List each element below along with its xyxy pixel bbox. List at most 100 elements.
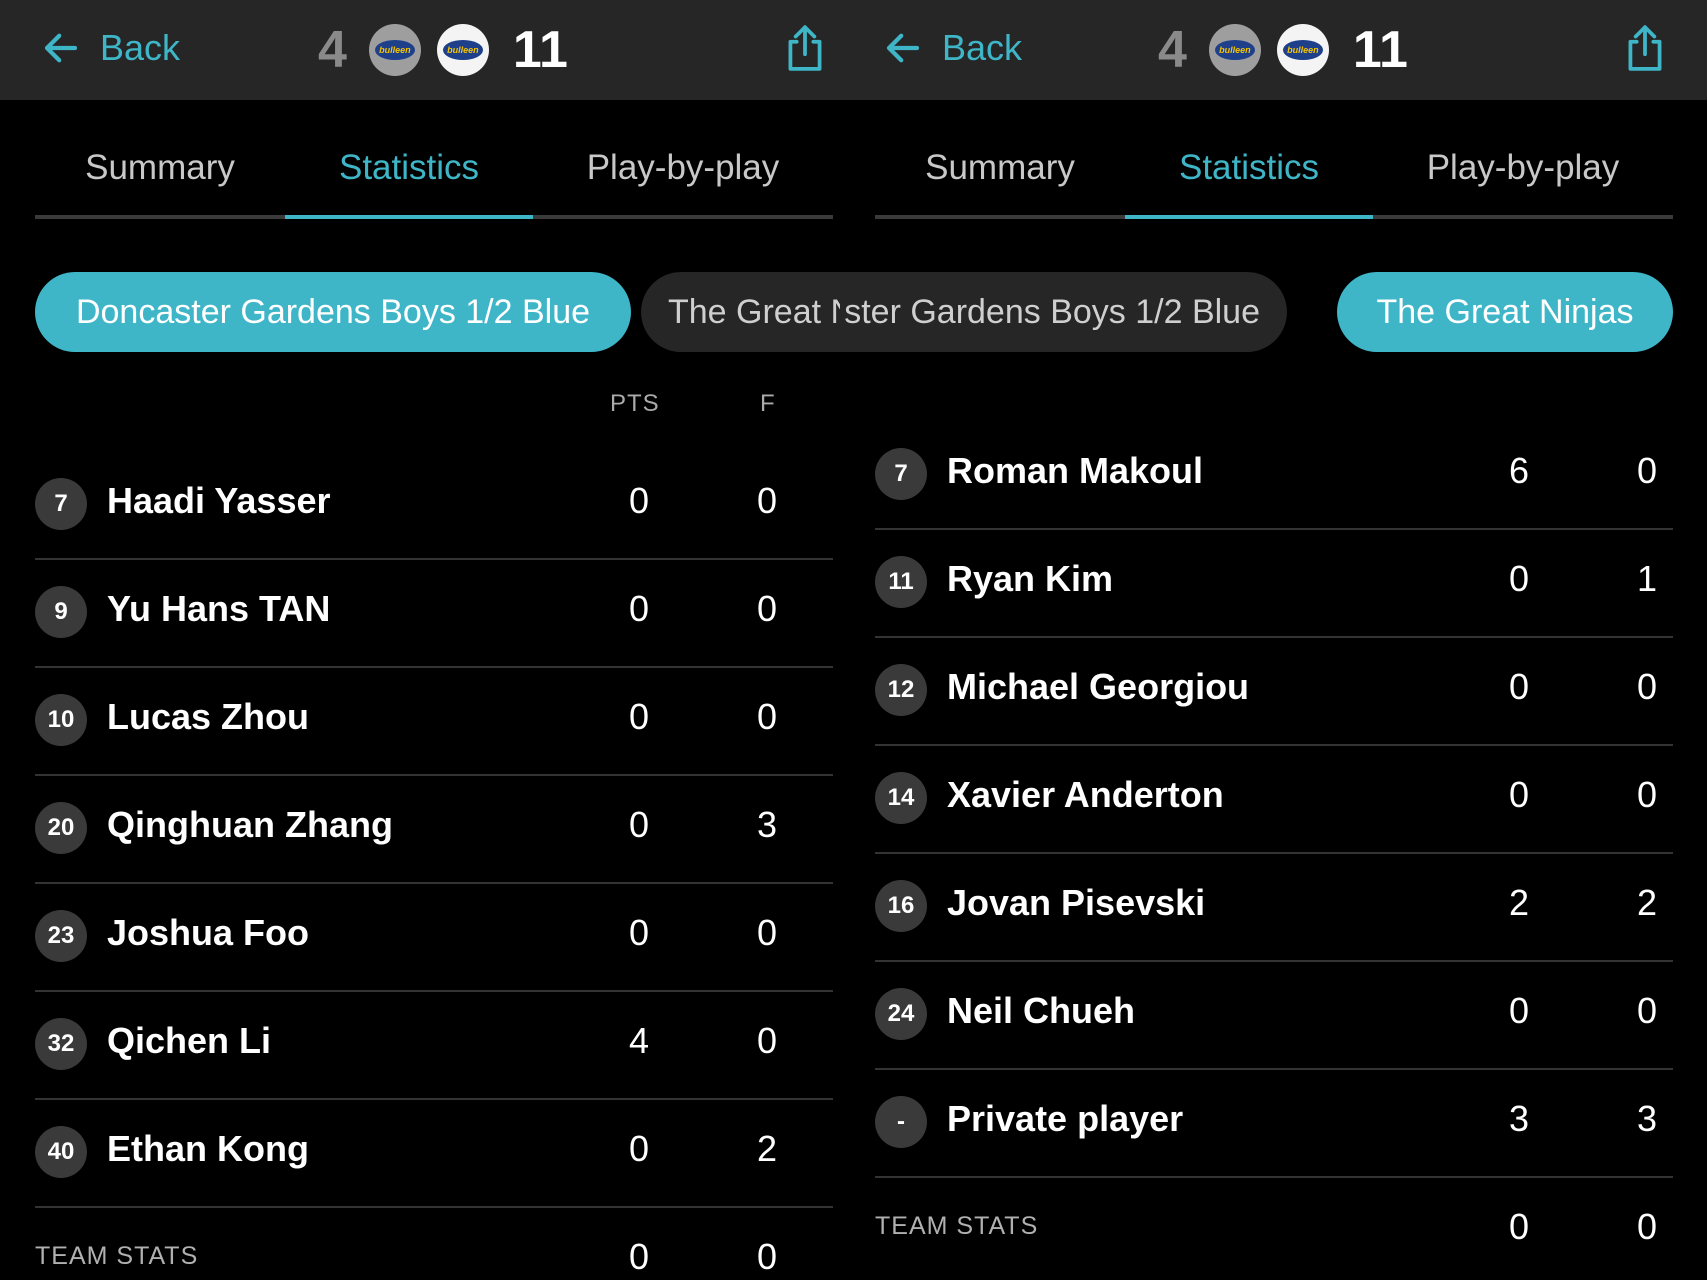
back-arrow-icon bbox=[44, 33, 78, 63]
jersey-number-badge: 32 bbox=[35, 1018, 87, 1070]
left-screen: Back 4 bulleen bulleen 11 Summary Statis… bbox=[0, 0, 840, 1280]
scoreboard: 4 bulleen bulleen 11 bbox=[318, 18, 568, 82]
player-fouls: 2 bbox=[756, 1128, 778, 1169]
player-points: 0 bbox=[628, 588, 650, 629]
player-points: 6 bbox=[1508, 450, 1530, 491]
player-row[interactable]: 10 Lucas Zhou 0 0 bbox=[35, 666, 833, 776]
player-points: 3 bbox=[1508, 1098, 1530, 1139]
away-team-logo: bulleen bbox=[1276, 24, 1329, 76]
top-bar: Back 4 bulleen bulleen 11 bbox=[0, 0, 840, 100]
player-fouls: 1 bbox=[1636, 558, 1658, 599]
jersey-number-badge: 10 bbox=[35, 694, 87, 746]
player-row[interactable]: 12 Michael Georgiou 0 0 bbox=[875, 636, 1673, 746]
home-score: 4 bbox=[318, 21, 347, 79]
player-name: Joshua Foo bbox=[107, 912, 310, 953]
team-stats-row: TEAM STATS 0 0 bbox=[35, 1206, 833, 1280]
jersey-number-badge: 12 bbox=[875, 664, 927, 716]
player-name: Haadi Yasser bbox=[107, 480, 331, 521]
jersey-number-badge: 24 bbox=[875, 988, 927, 1040]
tab-summary[interactable]: Summary bbox=[875, 120, 1125, 215]
player-fouls: 2 bbox=[1636, 882, 1658, 923]
tab-play-by-play[interactable]: Play-by-play bbox=[1373, 120, 1673, 215]
player-name: Ethan Kong bbox=[107, 1128, 309, 1169]
team-stats-points: 0 bbox=[1508, 1206, 1530, 1247]
player-points: 0 bbox=[628, 696, 650, 737]
player-points: 0 bbox=[1508, 990, 1530, 1031]
team-stats-fouls: 0 bbox=[756, 1236, 778, 1277]
away-score: 11 bbox=[512, 21, 568, 79]
tab-bar: Summary Statistics Play-by-play bbox=[875, 120, 1673, 220]
away-score: 11 bbox=[1352, 21, 1408, 79]
jersey-number-badge: 23 bbox=[35, 910, 87, 962]
team-stats-points: 0 bbox=[628, 1236, 650, 1277]
column-header-pts: PTS bbox=[610, 390, 660, 417]
player-fouls: 0 bbox=[1636, 774, 1658, 815]
tab-active-indicator bbox=[1125, 215, 1373, 219]
tab-bar: Summary Statistics Play-by-play bbox=[35, 120, 833, 220]
player-row[interactable]: 24 Neil Chueh 0 0 bbox=[875, 960, 1673, 1070]
back-arrow-icon bbox=[886, 33, 920, 63]
player-points: 0 bbox=[628, 1128, 650, 1169]
player-row[interactable]: 11 Ryan Kim 0 1 bbox=[875, 528, 1673, 638]
player-points: 0 bbox=[1508, 774, 1530, 815]
player-name: Yu Hans TAN bbox=[107, 588, 331, 629]
jersey-number-badge: 7 bbox=[875, 448, 927, 500]
share-icon[interactable] bbox=[780, 20, 830, 76]
player-name: Neil Chueh bbox=[947, 990, 1136, 1031]
share-icon[interactable] bbox=[1620, 20, 1670, 76]
player-points: 0 bbox=[628, 480, 650, 521]
player-row[interactable]: 23 Joshua Foo 0 0 bbox=[35, 882, 833, 992]
jersey-number-badge: 40 bbox=[35, 1126, 87, 1178]
player-name: Qinghuan Zhang bbox=[107, 804, 393, 845]
player-fouls: 0 bbox=[1636, 990, 1658, 1031]
team-toggle-doncaster[interactable]: ster Gardens Boys 1/2 Blue bbox=[840, 272, 1287, 352]
home-team-logo: bulleen bbox=[1208, 24, 1261, 76]
team-toggle-great-ninjas[interactable]: The Great Ninjas bbox=[1337, 272, 1673, 352]
jersey-number-badge: 20 bbox=[35, 802, 87, 854]
player-points: 0 bbox=[1508, 558, 1530, 599]
away-team-logo: bulleen bbox=[436, 24, 489, 76]
player-name: Roman Makoul bbox=[947, 450, 1204, 491]
tab-statistics[interactable]: Statistics bbox=[285, 120, 533, 215]
player-fouls: 0 bbox=[756, 696, 778, 737]
player-row[interactable]: 9 Yu Hans TAN 0 0 bbox=[35, 558, 833, 668]
jersey-number-badge: 16 bbox=[875, 880, 927, 932]
player-fouls: 0 bbox=[756, 912, 778, 953]
column-header-fouls: F bbox=[760, 390, 776, 417]
jersey-number-badge: 9 bbox=[35, 586, 87, 638]
player-row[interactable]: 40 Ethan Kong 0 2 bbox=[35, 1098, 833, 1208]
tab-statistics[interactable]: Statistics bbox=[1125, 120, 1373, 215]
player-fouls: 0 bbox=[1636, 666, 1658, 707]
team-stats-label: TEAM STATS bbox=[35, 1242, 199, 1270]
player-name: Qichen Li bbox=[107, 1020, 272, 1061]
back-button[interactable]: Back bbox=[882, 20, 1022, 76]
team-toggle-great-ninjas[interactable]: The Great N bbox=[641, 272, 840, 352]
tab-active-indicator bbox=[285, 215, 533, 219]
team-stats-row: TEAM STATS 0 0 bbox=[875, 1176, 1673, 1280]
tab-summary[interactable]: Summary bbox=[35, 120, 285, 215]
player-row[interactable]: 16 Jovan Pisevski 2 2 bbox=[875, 852, 1673, 962]
player-row[interactable]: - Private player 3 3 bbox=[875, 1068, 1673, 1178]
player-row[interactable]: 7 Haadi Yasser 0 0 bbox=[35, 450, 833, 560]
back-label: Back bbox=[942, 27, 1023, 68]
back-button[interactable]: Back bbox=[40, 20, 180, 76]
tab-play-by-play[interactable]: Play-by-play bbox=[533, 120, 833, 215]
player-name: Michael Georgiou bbox=[947, 666, 1250, 707]
jersey-number-badge: - bbox=[875, 1096, 927, 1148]
player-row[interactable]: 7 Roman Makoul 6 0 bbox=[875, 420, 1673, 530]
player-row[interactable]: 14 Xavier Anderton 0 0 bbox=[875, 744, 1673, 854]
top-bar: Back 4 bulleen bulleen 11 bbox=[840, 0, 1707, 100]
player-fouls: 0 bbox=[756, 480, 778, 521]
player-fouls: 0 bbox=[1636, 450, 1658, 491]
home-team-logo: bulleen bbox=[368, 24, 421, 76]
player-name: Ryan Kim bbox=[947, 558, 1114, 599]
jersey-number-badge: 11 bbox=[875, 556, 927, 608]
player-points: 0 bbox=[1508, 666, 1530, 707]
player-row[interactable]: 20 Qinghuan Zhang 0 3 bbox=[35, 774, 833, 884]
right-screen: Back 4 bulleen bulleen 11 Summary Statis… bbox=[840, 0, 1707, 1280]
jersey-number-badge: 14 bbox=[875, 772, 927, 824]
player-name: Lucas Zhou bbox=[107, 696, 310, 737]
player-row[interactable]: 32 Qichen Li 4 0 bbox=[35, 990, 833, 1100]
team-toggle-doncaster[interactable]: Doncaster Gardens Boys 1/2 Blue bbox=[35, 272, 631, 352]
jersey-number-badge: 7 bbox=[35, 478, 87, 530]
